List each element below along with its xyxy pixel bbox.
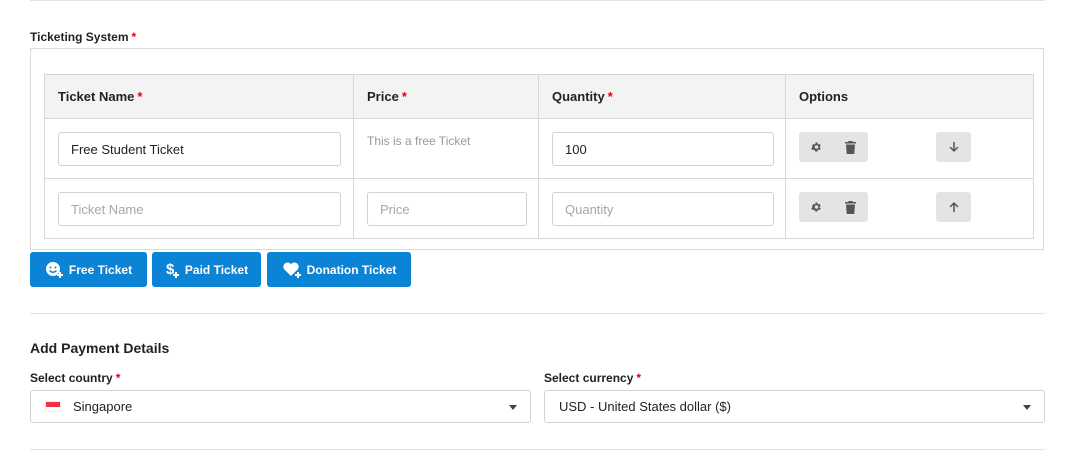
currency-select[interactable]: USD - United States dollar ($) (544, 390, 1045, 423)
chevron-down-icon (509, 405, 517, 410)
trash-icon (844, 200, 856, 214)
currency-select-value: USD - United States dollar ($) (559, 399, 731, 414)
ticket-row: This is a free Ticket (44, 118, 1034, 179)
quantity-input[interactable] (552, 192, 774, 226)
top-divider (30, 0, 1045, 1)
heart-plus-icon (282, 262, 301, 278)
price-input[interactable] (367, 192, 527, 226)
move-down-button[interactable] (936, 132, 971, 162)
ticket-name-input[interactable] (58, 132, 341, 166)
options-cell (785, 118, 1034, 179)
delete-button[interactable] (833, 132, 867, 162)
options-cell (785, 178, 1034, 239)
column-label: Price (367, 89, 399, 104)
ticket-name-cell (44, 178, 354, 239)
payment-section-title: Add Payment Details (30, 340, 170, 356)
column-header-quantity: Quantity * (538, 74, 786, 119)
quantity-cell (538, 178, 786, 239)
price-cell (353, 178, 539, 239)
column-header-ticket-name: Ticket Name * (44, 74, 354, 119)
ticket-name-input[interactable] (58, 192, 341, 226)
paid-ticket-label: Paid Ticket (184, 262, 249, 277)
bottom-divider (30, 449, 1045, 450)
add-donation-ticket-button[interactable]: Donation Ticket (267, 252, 411, 287)
country-select-value: Singapore (73, 399, 133, 414)
ticketing-panel: Ticket Name* Price* Quantity* Options Th… (30, 48, 1044, 250)
column-header-price: Price * (353, 74, 539, 119)
ticketing-system-label: Ticketing System * (30, 30, 136, 44)
chevron-down-icon (1023, 405, 1031, 410)
required-mark: * (137, 89, 143, 104)
required-mark: * (115, 371, 121, 385)
dollar-plus-icon: $ (166, 261, 179, 278)
select-country-label: Select country * (30, 371, 120, 385)
gear-icon (811, 142, 821, 152)
country-select[interactable]: Singapore (30, 390, 531, 423)
required-mark: * (401, 89, 407, 104)
quantity-cell (538, 118, 786, 179)
delete-button[interactable] (833, 192, 867, 222)
ticket-options-group (799, 192, 868, 222)
add-free-ticket-button[interactable]: Free Ticket (30, 252, 147, 287)
column-label: Ticket Name (58, 89, 135, 104)
face-plus-icon (45, 261, 63, 278)
ticket-name-cell (44, 118, 354, 179)
quantity-input[interactable] (552, 132, 774, 166)
required-mark: * (607, 89, 613, 104)
arrow-down-icon (949, 141, 958, 152)
move-up-button[interactable] (936, 192, 971, 222)
donation-ticket-label: Donation Ticket (306, 262, 397, 277)
required-mark: * (636, 371, 642, 385)
free-ticket-price-text: This is a free Ticket (367, 134, 471, 148)
column-label: Options (799, 89, 849, 104)
price-cell: This is a free Ticket (353, 118, 539, 179)
arrow-up-icon (949, 202, 958, 213)
column-label: Quantity (552, 89, 605, 104)
settings-button[interactable] (799, 192, 833, 222)
gear-icon (811, 202, 821, 212)
ticket-row (44, 178, 1034, 239)
trash-icon (844, 140, 856, 154)
column-header-options: Options (785, 74, 1034, 119)
settings-button[interactable] (799, 132, 833, 162)
required-mark: * (131, 30, 137, 44)
select-currency-label: Select currency * (544, 371, 641, 385)
ticket-options-group (799, 132, 868, 162)
add-paid-ticket-button[interactable]: $ Paid Ticket (152, 252, 261, 287)
ticket-table: Ticket Name* Price* Quantity* Options Th… (44, 74, 1034, 239)
ticket-table-header: Ticket Name * Price * Quantity * Options (44, 74, 1034, 119)
section-divider (30, 313, 1045, 314)
select-country-label-text: Select country (30, 371, 113, 385)
singapore-flag-icon (45, 401, 61, 412)
ticketing-system-label-text: Ticketing System (30, 30, 129, 44)
free-ticket-label: Free Ticket (68, 262, 133, 277)
select-currency-label-text: Select currency (544, 371, 634, 385)
